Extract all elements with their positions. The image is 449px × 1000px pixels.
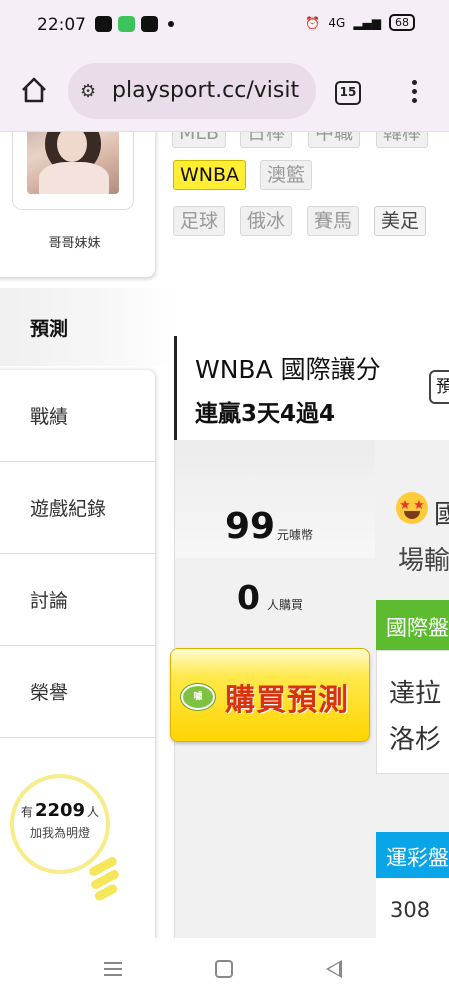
youtube-icon xyxy=(95,16,112,32)
star-eyes-emoji-icon xyxy=(396,492,428,524)
status-time: 22:07 xyxy=(37,15,86,35)
sidebar-item-label: 戰績 xyxy=(30,406,69,428)
address-bar[interactable]: ⚙ playsport.cc/visit xyxy=(68,63,316,119)
prediction-card-header: WNBA 國際讓分 連贏3天4過4 預 xyxy=(174,336,449,440)
status-bar: 22:07 ⏰ 4G ▂▄▆ 68 xyxy=(0,0,449,52)
network-label: 4G xyxy=(328,15,346,30)
site-settings-icon[interactable]: ⚙ xyxy=(80,81,96,102)
team-name: 達拉 xyxy=(389,679,442,709)
prediction-streak: 連贏3天4過4 xyxy=(195,401,336,427)
league-chip[interactable]: 俄冰 xyxy=(240,206,293,236)
league-chip[interactable]: 澳籃 xyxy=(260,160,313,190)
notification-icons xyxy=(95,16,174,32)
profile-card: 哥哥妹妹 xyxy=(0,132,155,277)
league-chip[interactable]: MLB xyxy=(172,132,227,148)
international-odds-header: 國際盤 xyxy=(376,600,449,650)
app-notification-icon xyxy=(118,16,135,32)
profile-name[interactable]: 哥哥妹妹 xyxy=(0,232,155,251)
team-name: 洛杉 xyxy=(389,725,442,755)
page-content: MLB 日棒 中職 韓棒 WNBA 澳籃 足球 俄冰 賽馬 美足 哥哥妹妹 預測… xyxy=(0,132,449,938)
game-number: 308 xyxy=(376,878,449,938)
tab-predict[interactable]: 預測 xyxy=(0,288,174,366)
buyer-unit: 人購買 xyxy=(267,598,304,612)
sports-lottery-odds-header: 運彩盤 xyxy=(376,832,449,878)
price-unit: 元噱幣 xyxy=(277,528,314,542)
buyer-count: 0 xyxy=(237,578,260,617)
league-chip[interactable]: 日棒 xyxy=(240,132,293,148)
sidebar-item-discussion[interactable]: 討論 xyxy=(0,554,155,646)
sidebar-item-honors[interactable]: 榮譽 xyxy=(0,646,155,738)
league-chip-active[interactable]: WNBA xyxy=(173,160,247,190)
price-value: 99 xyxy=(225,506,276,547)
line-icon xyxy=(141,16,158,32)
sidebar-item-label: 榮譽 xyxy=(30,682,69,704)
url-text[interactable]: playsport.cc/visit xyxy=(112,78,308,103)
prediction-title: WNBA 國際讓分 xyxy=(195,355,381,384)
buy-prediction-button[interactable]: 噱 購買預測 xyxy=(170,648,370,742)
home-square-icon[interactable] xyxy=(215,960,233,978)
sidebar-item-label: 遊戲紀錄 xyxy=(30,498,107,520)
league-chip[interactable]: 賽馬 xyxy=(307,206,360,236)
home-icon[interactable] xyxy=(20,76,48,104)
league-chip[interactable]: 美足 xyxy=(374,206,427,236)
prediction-tag-button[interactable]: 預 xyxy=(429,370,449,404)
sidebar-item-game-history[interactable]: 遊戲紀錄 xyxy=(0,462,155,554)
price-box: 99 元噱幣 xyxy=(175,440,375,558)
follow-caption: 加我為明燈 xyxy=(29,826,90,840)
match-teams-box[interactable]: 達拉 洛杉 xyxy=(376,650,449,774)
analysis-text-fragment: 國 xyxy=(434,500,449,530)
buy-prediction-label: 購買預測 xyxy=(225,683,349,718)
signal-icon: ▂▄▆ xyxy=(353,15,381,30)
coin-badge-icon: 噱 xyxy=(181,684,215,710)
system-navigation-bar xyxy=(0,938,449,1000)
battery-level: 68 xyxy=(389,14,415,31)
tab-switcher-button[interactable]: 15 xyxy=(335,81,361,105)
sidebar-item-record[interactable]: 戰績 xyxy=(0,370,155,462)
avatar[interactable] xyxy=(27,132,119,194)
avatar-frame[interactable] xyxy=(12,132,134,210)
browser-toolbar: ⚙ playsport.cc/visit 15 xyxy=(0,52,449,132)
follower-count: 有 2209 人 xyxy=(20,800,100,821)
browser-menu-icon[interactable] xyxy=(408,80,420,108)
follow-bulb[interactable]: 有 2209 人 加我為明燈 xyxy=(10,774,121,903)
league-chip[interactable]: 足球 xyxy=(173,206,226,236)
back-icon[interactable] xyxy=(326,960,342,978)
tab-predict-label: 預測 xyxy=(30,318,69,340)
analysis-text-fragment: 場輸 xyxy=(398,546,449,576)
system-status: ⏰ 4G ▂▄▆ 68 xyxy=(305,14,415,31)
league-chip[interactable]: 中職 xyxy=(308,132,361,148)
more-notifications-icon xyxy=(168,21,174,27)
alarm-icon: ⏰ xyxy=(305,15,321,30)
league-chip[interactable]: 韓棒 xyxy=(376,132,429,148)
recent-apps-icon[interactable] xyxy=(104,962,122,976)
sidebar-item-label: 討論 xyxy=(30,590,69,612)
